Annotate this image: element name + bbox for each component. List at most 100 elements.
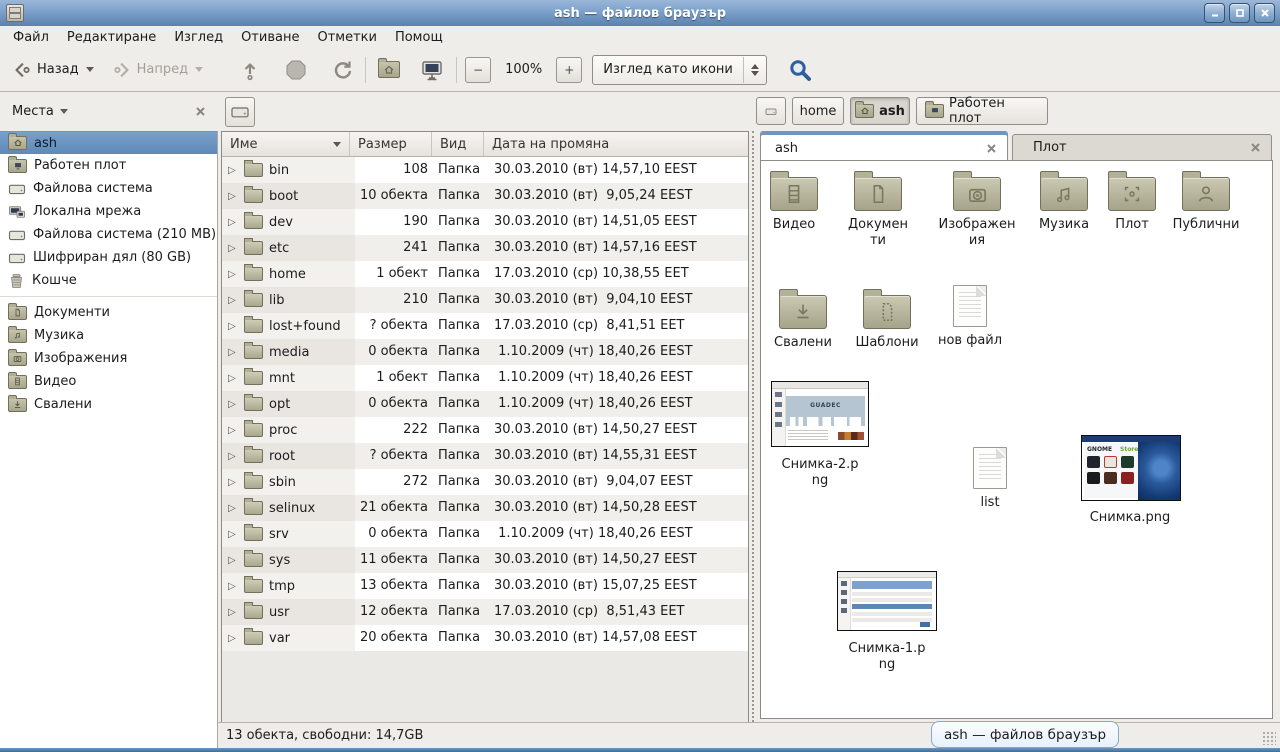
table-row[interactable]: ▷ home 1 обект Папка 17.03.2010 (ср) 10,… (222, 261, 748, 287)
sidebar-item-trash[interactable]: Кошче (0, 269, 217, 292)
titlebar[interactable]: ash — файлов браузър (0, 0, 1280, 27)
sidebar-item-network[interactable]: Локална мрежа (0, 200, 217, 223)
sidebar-item-filesystem[interactable]: Файлова система (0, 177, 217, 200)
folder-desktop[interactable]: Плот (1099, 170, 1165, 233)
sidebar-item-music[interactable]: Музика (0, 324, 217, 347)
back-button[interactable]: Назад (8, 55, 98, 85)
expander-icon[interactable]: ▷ (228, 217, 238, 228)
column-header-type[interactable]: Вид (432, 132, 484, 156)
expander-icon[interactable]: ▷ (228, 529, 238, 540)
back-dropdown-icon[interactable] (86, 67, 94, 72)
column-header-date[interactable]: Дата на промяна (484, 132, 748, 156)
up-button[interactable] (235, 54, 265, 86)
expander-icon[interactable]: ▷ (228, 555, 238, 566)
path-root-button[interactable] (756, 97, 786, 125)
table-row[interactable]: ▷ usr 12 обекта Папка 17.03.2010 (ср) 8,… (222, 599, 748, 625)
expander-icon[interactable]: ▷ (228, 243, 238, 254)
path-desktop-button[interactable]: Работен плот (916, 97, 1048, 125)
close-button[interactable] (1254, 3, 1275, 23)
search-button[interactable] (783, 52, 817, 88)
table-row[interactable]: ▷ lost+found ? обекта Папка 17.03.2010 (… (222, 313, 748, 339)
table-row[interactable]: ▷ var 20 обекта Папка 30.03.2010 (вт) 14… (222, 625, 748, 651)
expander-icon[interactable]: ▷ (228, 191, 238, 202)
expander-icon[interactable]: ▷ (228, 503, 238, 514)
pane-splitter[interactable] (749, 131, 757, 722)
menu-bookmarks[interactable]: Отметки (308, 28, 385, 47)
tab-close-icon[interactable] (1250, 142, 1261, 153)
image-thumbnail-snimka1[interactable] (837, 571, 937, 631)
file-new[interactable]: нов файл (937, 285, 1003, 349)
places-selector[interactable]: Места (4, 100, 76, 123)
path-current-button[interactable]: ash (850, 97, 910, 125)
expander-icon[interactable]: ▷ (228, 165, 238, 176)
folder-documents[interactable]: Документи (845, 170, 911, 249)
table-row[interactable]: ▷ root ? обекта Папка 30.03.2010 (вт) 14… (222, 443, 748, 469)
menu-file[interactable]: Файл (4, 28, 58, 47)
tab-ash[interactable]: ash (760, 131, 1008, 161)
menu-go[interactable]: Отиване (232, 28, 308, 47)
path-home-button[interactable]: home (792, 97, 844, 125)
column-header-name[interactable]: Име (222, 132, 350, 156)
folder-pictures[interactable]: Изображения (937, 170, 1017, 249)
computer-button[interactable] (416, 53, 448, 87)
zoom-out-button[interactable]: − (465, 57, 491, 83)
table-row[interactable]: ▷ etc 241 обекта Папка 30.03.2010 (вт) 1… (222, 235, 748, 261)
minimize-button[interactable] (1204, 3, 1225, 23)
expander-icon[interactable]: ▷ (228, 269, 238, 280)
expander-icon[interactable]: ▷ (228, 633, 238, 644)
table-row[interactable]: ▷ srv 0 обекта Папка 1.10.2009 (чт) 18,4… (222, 521, 748, 547)
expander-icon[interactable]: ▷ (228, 295, 238, 306)
image-thumbnail-snimka2[interactable]: GUADEC (771, 381, 869, 447)
table-row[interactable]: ▷ tmp 13 обекта Папка 30.03.2010 (вт) 15… (222, 573, 748, 599)
reload-button[interactable] (327, 54, 357, 86)
expander-icon[interactable]: ▷ (228, 451, 238, 462)
table-row[interactable]: ▷ bin 108 обекта Папка 30.03.2010 (вт) 1… (222, 157, 748, 183)
resize-grip[interactable] (1262, 731, 1276, 745)
sidebar-item-downloads[interactable]: Свалени (0, 393, 217, 416)
sidebar-item-home[interactable]: ash (0, 131, 217, 154)
stop-button[interactable] (281, 54, 311, 86)
table-row[interactable]: ▷ boot 10 обекта Папка 30.03.2010 (вт) 9… (222, 183, 748, 209)
sidebar-item-encrypted[interactable]: Шифриран дял (80 GB) (0, 246, 217, 269)
expander-icon[interactable]: ▷ (228, 399, 238, 410)
forward-button[interactable]: Напред (108, 55, 207, 85)
column-header-size[interactable]: Размер (350, 132, 432, 156)
sidebar-item-pictures[interactable]: Изображения (0, 347, 217, 370)
sidebar-close-button[interactable] (195, 106, 206, 117)
sidebar-item-videos[interactable]: Видео (0, 370, 217, 393)
table-row[interactable]: ▷ opt 0 обекта Папка 1.10.2009 (чт) 18,4… (222, 391, 748, 417)
zoom-in-button[interactable]: + (556, 57, 582, 83)
maximize-button[interactable] (1229, 3, 1250, 23)
expander-icon[interactable]: ▷ (228, 607, 238, 618)
tab-plot[interactable]: Плот (1012, 134, 1272, 161)
sidebar-item-documents[interactable]: Документи (0, 301, 217, 324)
table-row[interactable]: ▷ sbin 272 обекта Папка 30.03.2010 (вт) … (222, 469, 748, 495)
file-snimka1-label[interactable]: Снимка-1.png (847, 635, 927, 673)
table-row[interactable]: ▷ dev 190 обекта Папка 30.03.2010 (вт) 1… (222, 209, 748, 235)
folder-downloads[interactable]: Свалени (770, 288, 836, 351)
menu-edit[interactable]: Редактиране (58, 28, 165, 47)
folder-video[interactable]: Видео (761, 170, 827, 233)
file-snimka2-label[interactable]: Снимка-2.png (780, 451, 860, 489)
menu-view[interactable]: Изглед (165, 28, 232, 47)
table-row[interactable]: ▷ proc 222 обекта Папка 30.03.2010 (вт) … (222, 417, 748, 443)
expander-icon[interactable]: ▷ (228, 477, 238, 488)
expander-icon[interactable]: ▷ (228, 581, 238, 592)
folder-public[interactable]: Публични (1169, 170, 1243, 233)
file-list[interactable]: list (957, 447, 1023, 511)
menu-help[interactable]: Помощ (386, 28, 452, 47)
file-snimka-label[interactable]: Снимка.png (1085, 504, 1175, 526)
tab-close-icon[interactable] (986, 143, 997, 154)
sidebar-item-desktop[interactable]: Работен плот (0, 154, 217, 177)
home-button[interactable] (374, 56, 404, 83)
combo-spinner-icon[interactable] (744, 64, 766, 76)
expander-icon[interactable]: ▷ (228, 321, 238, 332)
expander-icon[interactable]: ▷ (228, 425, 238, 436)
root-location-button[interactable] (225, 97, 255, 127)
view-mode-select[interactable]: Изглед като икони (592, 55, 767, 85)
sidebar-item-partition-210mb[interactable]: Файлова система (210 MB) (0, 223, 217, 246)
image-thumbnail-snimka[interactable]: GNOME Store (1081, 435, 1181, 501)
table-row[interactable]: ▷ mnt 1 обект Папка 1.10.2009 (чт) 18,40… (222, 365, 748, 391)
expander-icon[interactable]: ▷ (228, 347, 238, 358)
folder-music[interactable]: Музика (1031, 170, 1097, 233)
